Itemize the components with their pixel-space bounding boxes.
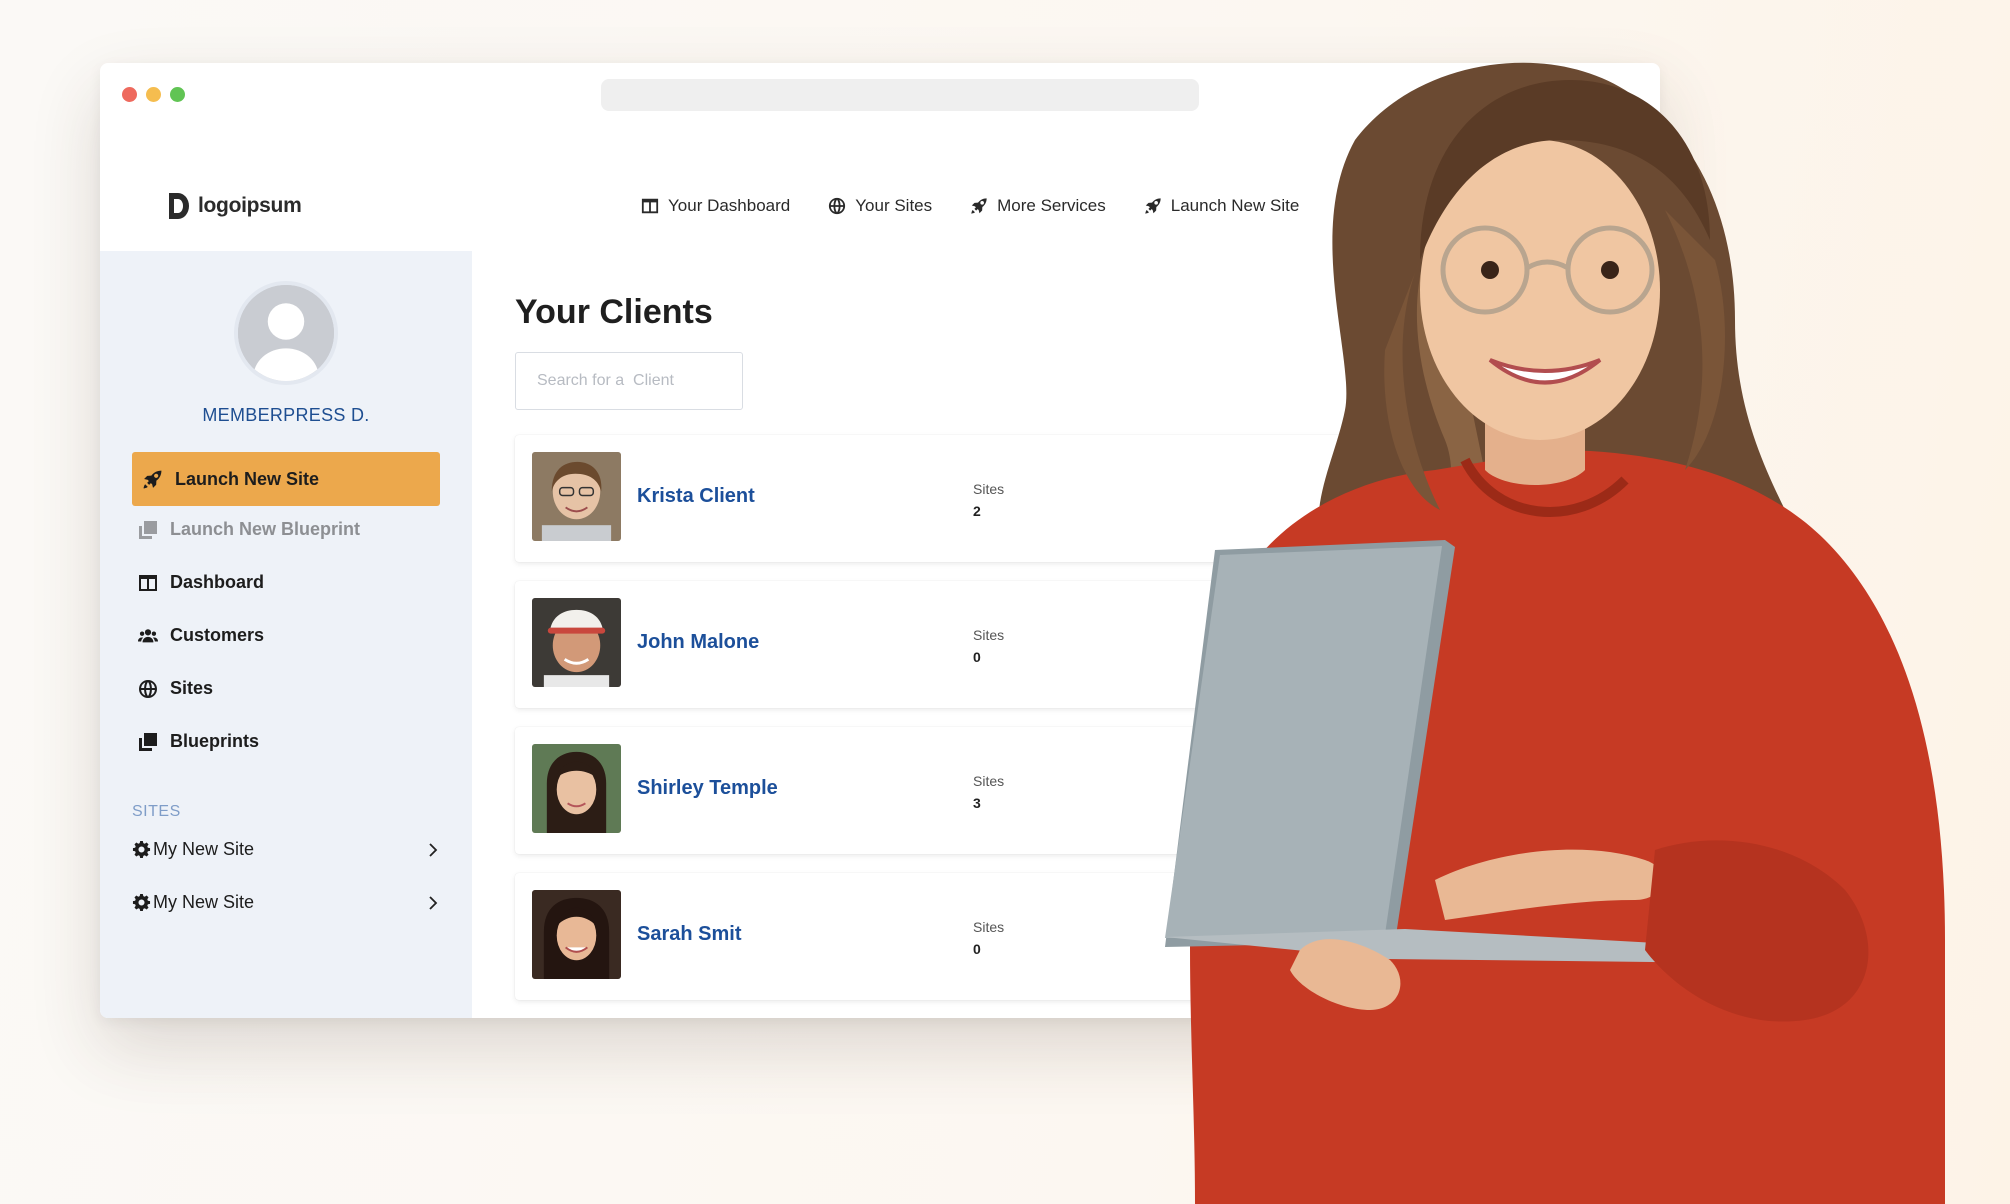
maximize-window-dot[interactable] — [170, 87, 185, 102]
user-placeholder-icon — [238, 285, 334, 381]
hero-photo — [1165, 62, 1945, 1204]
client-photo — [532, 452, 621, 541]
client-name[interactable]: Sarah Smit — [637, 923, 741, 946]
copy-icon — [139, 520, 157, 539]
avatar[interactable] — [234, 281, 338, 385]
client-portrait-image — [532, 598, 621, 687]
gear-icon — [132, 893, 151, 912]
sidebar-item-label: Blueprints — [170, 731, 260, 751]
site-item[interactable]: My New Site — [132, 839, 440, 860]
nav-label: Your Dashboard — [668, 196, 791, 215]
sidebar: MEMBERPRESS D. Launch New Site Launch Ne… — [100, 251, 472, 1018]
users-icon — [138, 628, 158, 642]
client-portrait-image — [532, 890, 621, 979]
site-item-label: My New Site — [153, 839, 255, 859]
user-name: MEMBERPRESS D. — [202, 405, 370, 425]
client-portrait-image — [532, 452, 621, 541]
site-item-label: My New Site — [153, 892, 255, 912]
launch-new-site-button[interactable]: Launch New Site — [132, 452, 440, 506]
chevron-right-icon — [429, 842, 438, 857]
brand-name: logoipsum — [198, 194, 302, 217]
globe-icon — [139, 679, 157, 698]
sidebar-item-label: Dashboard — [170, 572, 265, 592]
brand-logo[interactable]: logoipsum — [166, 191, 302, 221]
nav-your-sites[interactable]: Your Sites — [828, 196, 932, 216]
sidebar-item-label: Sites — [170, 678, 214, 698]
columns-icon — [139, 574, 157, 591]
gear-icon — [132, 840, 151, 859]
page-title: Your Clients — [515, 293, 713, 331]
client-photo — [532, 598, 621, 687]
launch-button-label: Launch New Site — [175, 468, 320, 489]
site-item[interactable]: My New Site — [132, 892, 440, 913]
chevron-right-icon — [429, 895, 438, 910]
minimize-window-dot[interactable] — [146, 87, 161, 102]
client-name[interactable]: John Malone — [637, 631, 759, 654]
client-photo — [532, 890, 621, 979]
sidebar-item-sites[interactable]: Sites — [138, 678, 213, 699]
client-name[interactable]: Shirley Temple — [637, 777, 778, 800]
copy-icon — [139, 732, 157, 751]
sidebar-item-customers[interactable]: Customers — [138, 625, 264, 646]
sites-heading: SITES — [132, 803, 181, 820]
client-search-input[interactable] — [515, 352, 743, 410]
sidebar-item-launch-new-blueprint[interactable]: Launch New Blueprint — [138, 519, 360, 540]
globe-icon — [829, 197, 846, 215]
nav-label: Your Sites — [855, 196, 933, 215]
sidebar-item-dashboard[interactable]: Dashboard — [138, 572, 264, 593]
nav-your-dashboard[interactable]: Your Dashboard — [641, 196, 790, 216]
client-photo — [532, 744, 621, 833]
close-window-dot[interactable] — [122, 87, 137, 102]
sidebar-item-blueprints[interactable]: Blueprints — [138, 731, 259, 752]
sidebar-item-label: Launch New Blueprint — [170, 519, 361, 539]
client-name[interactable]: Krista Client — [637, 485, 755, 508]
sidebar-item-label: Customers — [170, 625, 265, 645]
rocket-icon — [143, 470, 162, 488]
logo-icon — [169, 193, 189, 219]
client-portrait-image — [532, 744, 621, 833]
columns-icon — [641, 198, 659, 214]
